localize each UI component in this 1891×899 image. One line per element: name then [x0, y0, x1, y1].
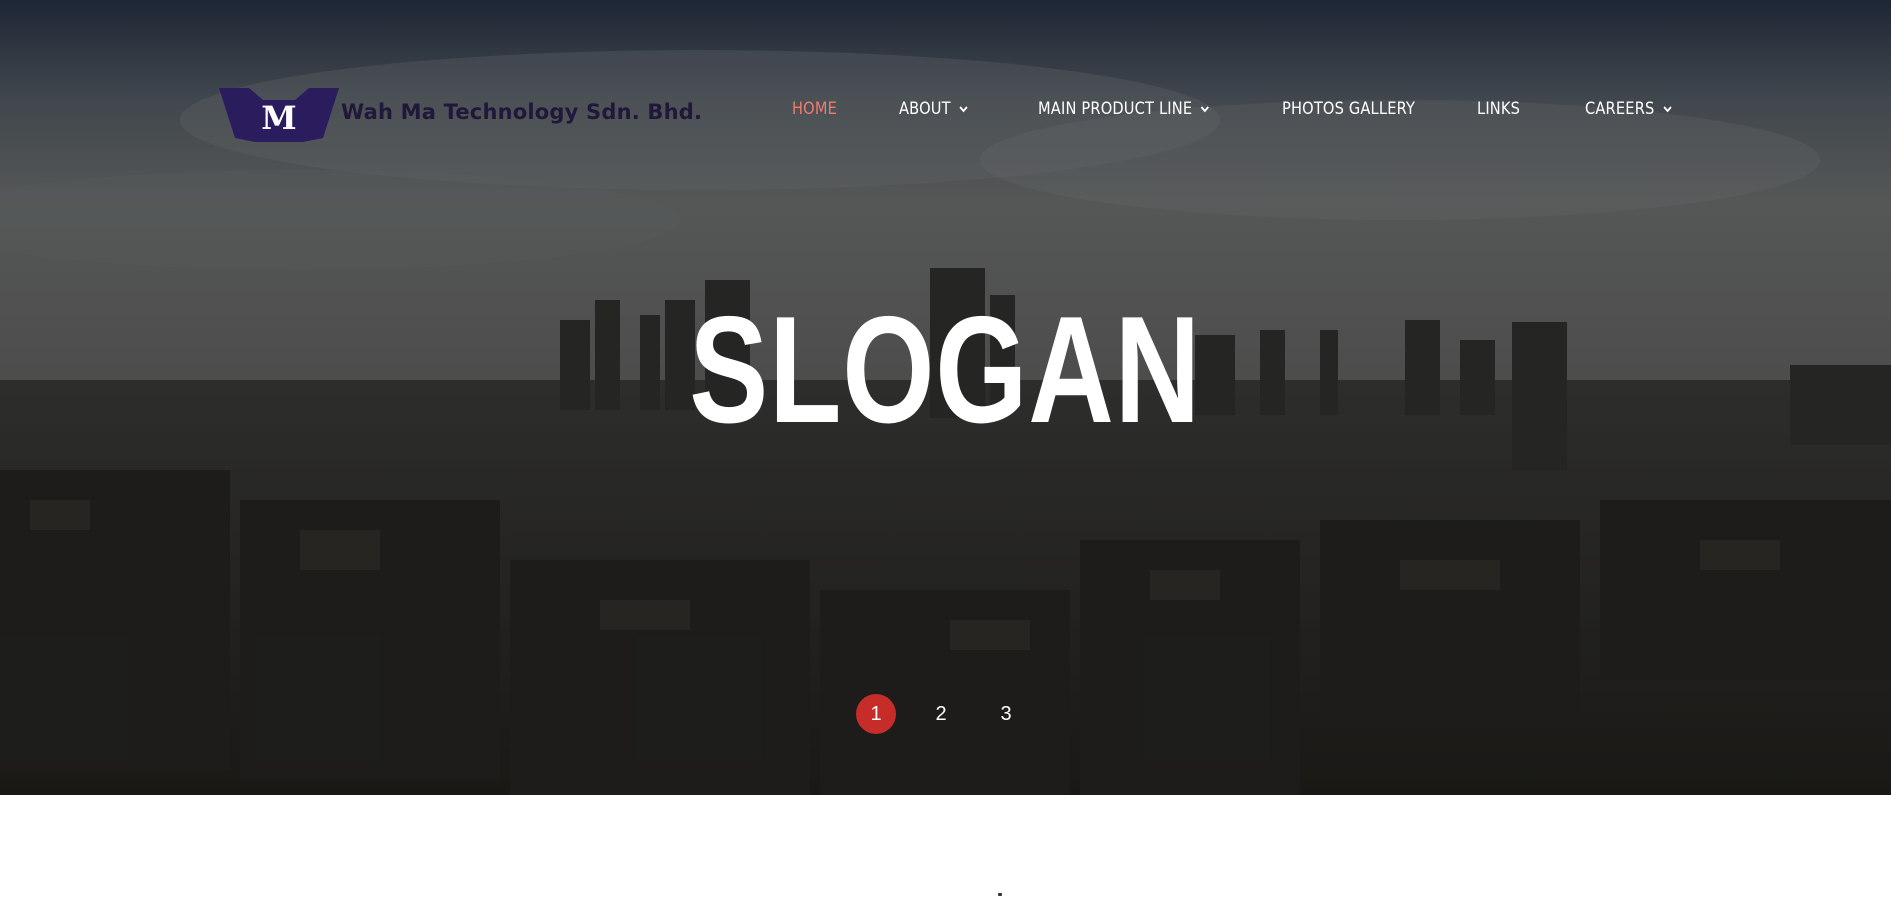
- nav-item-main-product-line[interactable]: MAIN PRODUCT LINE: [1038, 99, 1210, 119]
- nav-item-label: ABOUT: [899, 99, 951, 119]
- nav-item-about[interactable]: ABOUT: [899, 99, 969, 119]
- content-section-mark: [998, 893, 1002, 896]
- nav-item-label: CAREERS: [1585, 99, 1655, 119]
- hero-banner: M Wah Ma Technology Sdn. Bhd. HOME ABOUT…: [0, 0, 1891, 795]
- slide-page-2[interactable]: 2: [921, 694, 961, 734]
- chevron-down-icon: [959, 106, 968, 113]
- main-navigation: HOME ABOUT MAIN PRODUCT LINE PHOTOS GALL…: [0, 99, 1891, 125]
- nav-item-home[interactable]: HOME: [792, 99, 837, 119]
- chevron-down-icon: [1201, 106, 1210, 113]
- chevron-down-icon: [1663, 106, 1672, 113]
- nav-item-label: MAIN PRODUCT LINE: [1038, 99, 1193, 119]
- nav-item-label: PHOTOS GALLERY: [1282, 99, 1416, 119]
- slider-pagination: 1 2 3: [0, 694, 1891, 734]
- nav-item-label: LINKS: [1477, 99, 1521, 119]
- nav-item-careers[interactable]: CAREERS: [1585, 99, 1673, 119]
- nav-item-photos-gallery[interactable]: PHOTOS GALLERY: [1282, 99, 1415, 119]
- slide-page-3[interactable]: 3: [986, 694, 1026, 734]
- slogan-text: SLOGAN: [689, 285, 1202, 455]
- slide-page-1[interactable]: 1: [856, 694, 896, 734]
- nav-item-label: HOME: [792, 99, 838, 119]
- hero-slogan: SLOGAN: [0, 288, 1891, 452]
- nav-item-links[interactable]: LINKS: [1477, 99, 1520, 119]
